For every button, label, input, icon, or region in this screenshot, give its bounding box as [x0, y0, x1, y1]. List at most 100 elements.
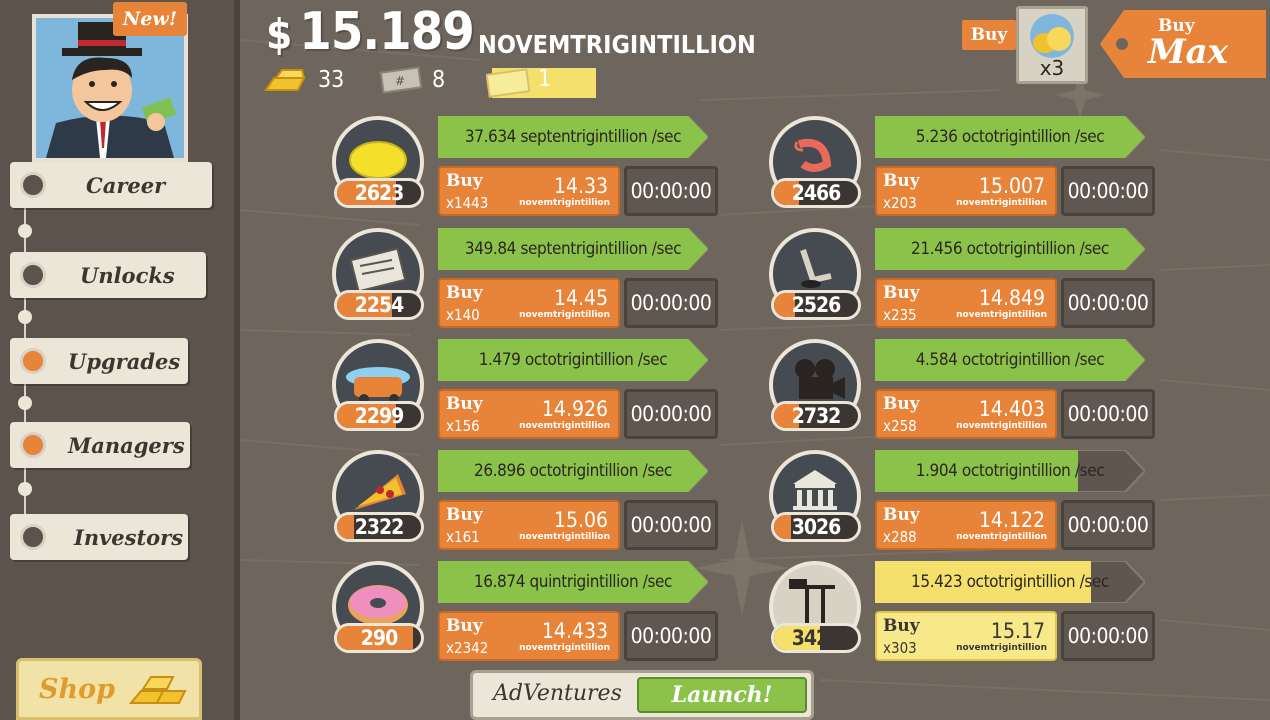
buy-label: Buy	[446, 505, 483, 525]
buy-cost: 14.926	[541, 397, 608, 421]
buy-quantity: x2342	[446, 639, 489, 657]
business-timer: 00:00:00	[1061, 389, 1155, 439]
buy-label: Buy	[962, 20, 1016, 50]
tickets-stat: 1	[486, 66, 596, 100]
menu-item-managers[interactable]: Managers	[10, 422, 190, 468]
buy-cost-unit: novemtrigintillion	[956, 310, 1047, 320]
buy-quantity: x156	[446, 417, 480, 435]
menu-dot	[20, 172, 46, 198]
money-bags-icon	[1030, 14, 1074, 58]
owned-count-bar: 2732	[771, 401, 861, 431]
income-rate: 16.874 quintrigintillion /sec	[473, 572, 673, 592]
new-badge: New!	[113, 2, 187, 36]
buy-cost-unit: novemtrigintillion	[519, 532, 610, 542]
megabucks-count: 8	[432, 67, 446, 93]
shop-button[interactable]: Shop	[16, 658, 202, 720]
menu-item-label: Managers	[68, 432, 185, 458]
buy-max-button[interactable]: Buy Max	[1100, 8, 1268, 80]
owned-count-bar: 2254	[334, 290, 424, 320]
shop-label: Shop	[39, 673, 116, 705]
avatar[interactable]	[32, 14, 188, 162]
buy-max-bottom: Max	[1148, 32, 1228, 72]
buy-label: Buy	[883, 394, 920, 414]
buy-business-button[interactable]: Buy x2342 14.433 novemtrigintillion	[438, 611, 620, 661]
owned-count: 2526	[791, 293, 842, 317]
buy-quantity: x258	[883, 417, 917, 435]
owned-count: 290	[360, 626, 398, 650]
buy-quantity: x303	[883, 639, 917, 657]
buy-cost-unit: novemtrigintillion	[956, 421, 1047, 431]
business-row-hockey: 2526 21.456 octotrigintillion /sec Buy x235…	[769, 228, 1229, 332]
gold-bar-icon	[264, 69, 306, 91]
multiplier-label: x3	[1039, 56, 1065, 80]
buy-business-button[interactable]: Buy x235 14.849 novemtrigintillion	[875, 278, 1057, 328]
buy-label: Buy	[446, 283, 483, 303]
buy-cost-unit: novemtrigintillion	[519, 310, 610, 320]
buy-business-button[interactable]: Buy x258 14.403 novemtrigintillion	[875, 389, 1057, 439]
menu-dot	[20, 524, 46, 550]
buy-business-button[interactable]: Buy x140 14.45 novemtrigintillion	[438, 278, 620, 328]
buy-label: Buy	[446, 394, 483, 414]
owned-count-bar: 2526	[771, 290, 861, 320]
business-timer: 00:00:00	[624, 611, 718, 661]
business-timer: 00:00:00	[624, 278, 718, 328]
menu-item-label: Career	[86, 172, 166, 198]
buy-quantity: x1443	[446, 194, 489, 212]
income-rate: 1.479 octotrigintillion /sec	[478, 350, 668, 370]
buy-business-button[interactable]: Buy x303 15.17 novemtrigintillion	[875, 611, 1057, 661]
buy-label: Buy	[883, 171, 920, 191]
buy-quantity: x288	[883, 528, 917, 546]
buy-quantity: x203	[883, 194, 917, 212]
buy-cost: 14.122	[978, 508, 1045, 532]
menu-item-label: Upgrades	[68, 348, 181, 374]
buy-label: Buy	[883, 505, 920, 525]
buy-quantity: x161	[446, 528, 480, 546]
menu-item-label: Unlocks	[80, 262, 175, 288]
owned-count: 2466	[791, 181, 842, 205]
income-rate: 4.584 octotrigintillion /sec	[915, 350, 1105, 370]
owned-count-bar: 2299	[334, 401, 424, 431]
owned-count: 2623	[354, 181, 405, 205]
buy-business-button[interactable]: Buy x1443 14.33 novemtrigintillion	[438, 166, 620, 216]
owned-count-bar: 2322	[334, 512, 424, 542]
buy-cost: 14.33	[553, 174, 608, 198]
menu-item-investors[interactable]: Investors	[10, 514, 188, 560]
business-row-oil: 3429 15.423 octotrigintillion /sec Buy x303…	[769, 561, 1229, 665]
menu-knot	[18, 310, 32, 324]
buy-cost-unit: novemtrigintillion	[519, 421, 610, 431]
business-row-car-wash: 2299 1.479 octotrigintillion /sec Buy x156 1…	[332, 339, 792, 443]
menu-item-career[interactable]: Career	[10, 162, 212, 208]
menu-dot-active	[20, 348, 46, 374]
business-timer: 00:00:00	[1061, 500, 1155, 550]
income-rate: 5.236 octotrigintillion /sec	[915, 127, 1105, 147]
buy-cost-unit: novemtrigintillion	[519, 643, 610, 653]
menu-knot	[18, 396, 32, 410]
buy-label: Buy	[883, 283, 920, 303]
business-row-shrimp: 2466 5.236 octotrigintillion /sec Buy x203 1…	[769, 116, 1229, 220]
buy-cost: 14.849	[978, 286, 1045, 310]
menu-dot-active	[20, 432, 46, 458]
buy-cost-unit: novemtrigintillion	[956, 532, 1047, 542]
buy-multiplier-button[interactable]: x3	[1016, 6, 1088, 84]
buy-business-button[interactable]: Buy x203 15.007 novemtrigintillion	[875, 166, 1057, 216]
menu-item-upgrades[interactable]: Upgrades	[10, 338, 188, 384]
business-timer: 00:00:00	[624, 500, 718, 550]
buy-business-button[interactable]: Buy x288 14.122 novemtrigintillion	[875, 500, 1057, 550]
capitalist-avatar-icon	[36, 18, 184, 158]
tickets-count: 1	[538, 66, 552, 92]
business-row-lemon: 2623 37.634 septentrigintillion /sec Buy x1…	[332, 116, 792, 220]
launch-button[interactable]: Launch!	[637, 677, 807, 713]
owned-count: 3429	[791, 626, 842, 650]
business-row-newspaper: 2254 349.84 septentrigintillion /sec Buy x1…	[332, 228, 792, 332]
buy-business-button[interactable]: Buy x156 14.926 novemtrigintillion	[438, 389, 620, 439]
income-rate: 349.84 septentrigintillion /sec	[464, 239, 682, 259]
income-rate: 26.896 octotrigintillion /sec	[474, 461, 672, 481]
business-row-movie: 2732 4.584 octotrigintillion /sec Buy x258 1…	[769, 339, 1229, 443]
menu-item-unlocks[interactable]: Unlocks	[10, 252, 206, 298]
menu-edge	[234, 0, 240, 720]
buy-business-button[interactable]: Buy x161 15.06 novemtrigintillion	[438, 500, 620, 550]
buy-cost: 14.403	[978, 397, 1045, 421]
buy-cost-unit: novemtrigintillion	[956, 643, 1047, 653]
svg-text:#: #	[395, 74, 405, 88]
buy-label: Buy	[883, 616, 920, 636]
